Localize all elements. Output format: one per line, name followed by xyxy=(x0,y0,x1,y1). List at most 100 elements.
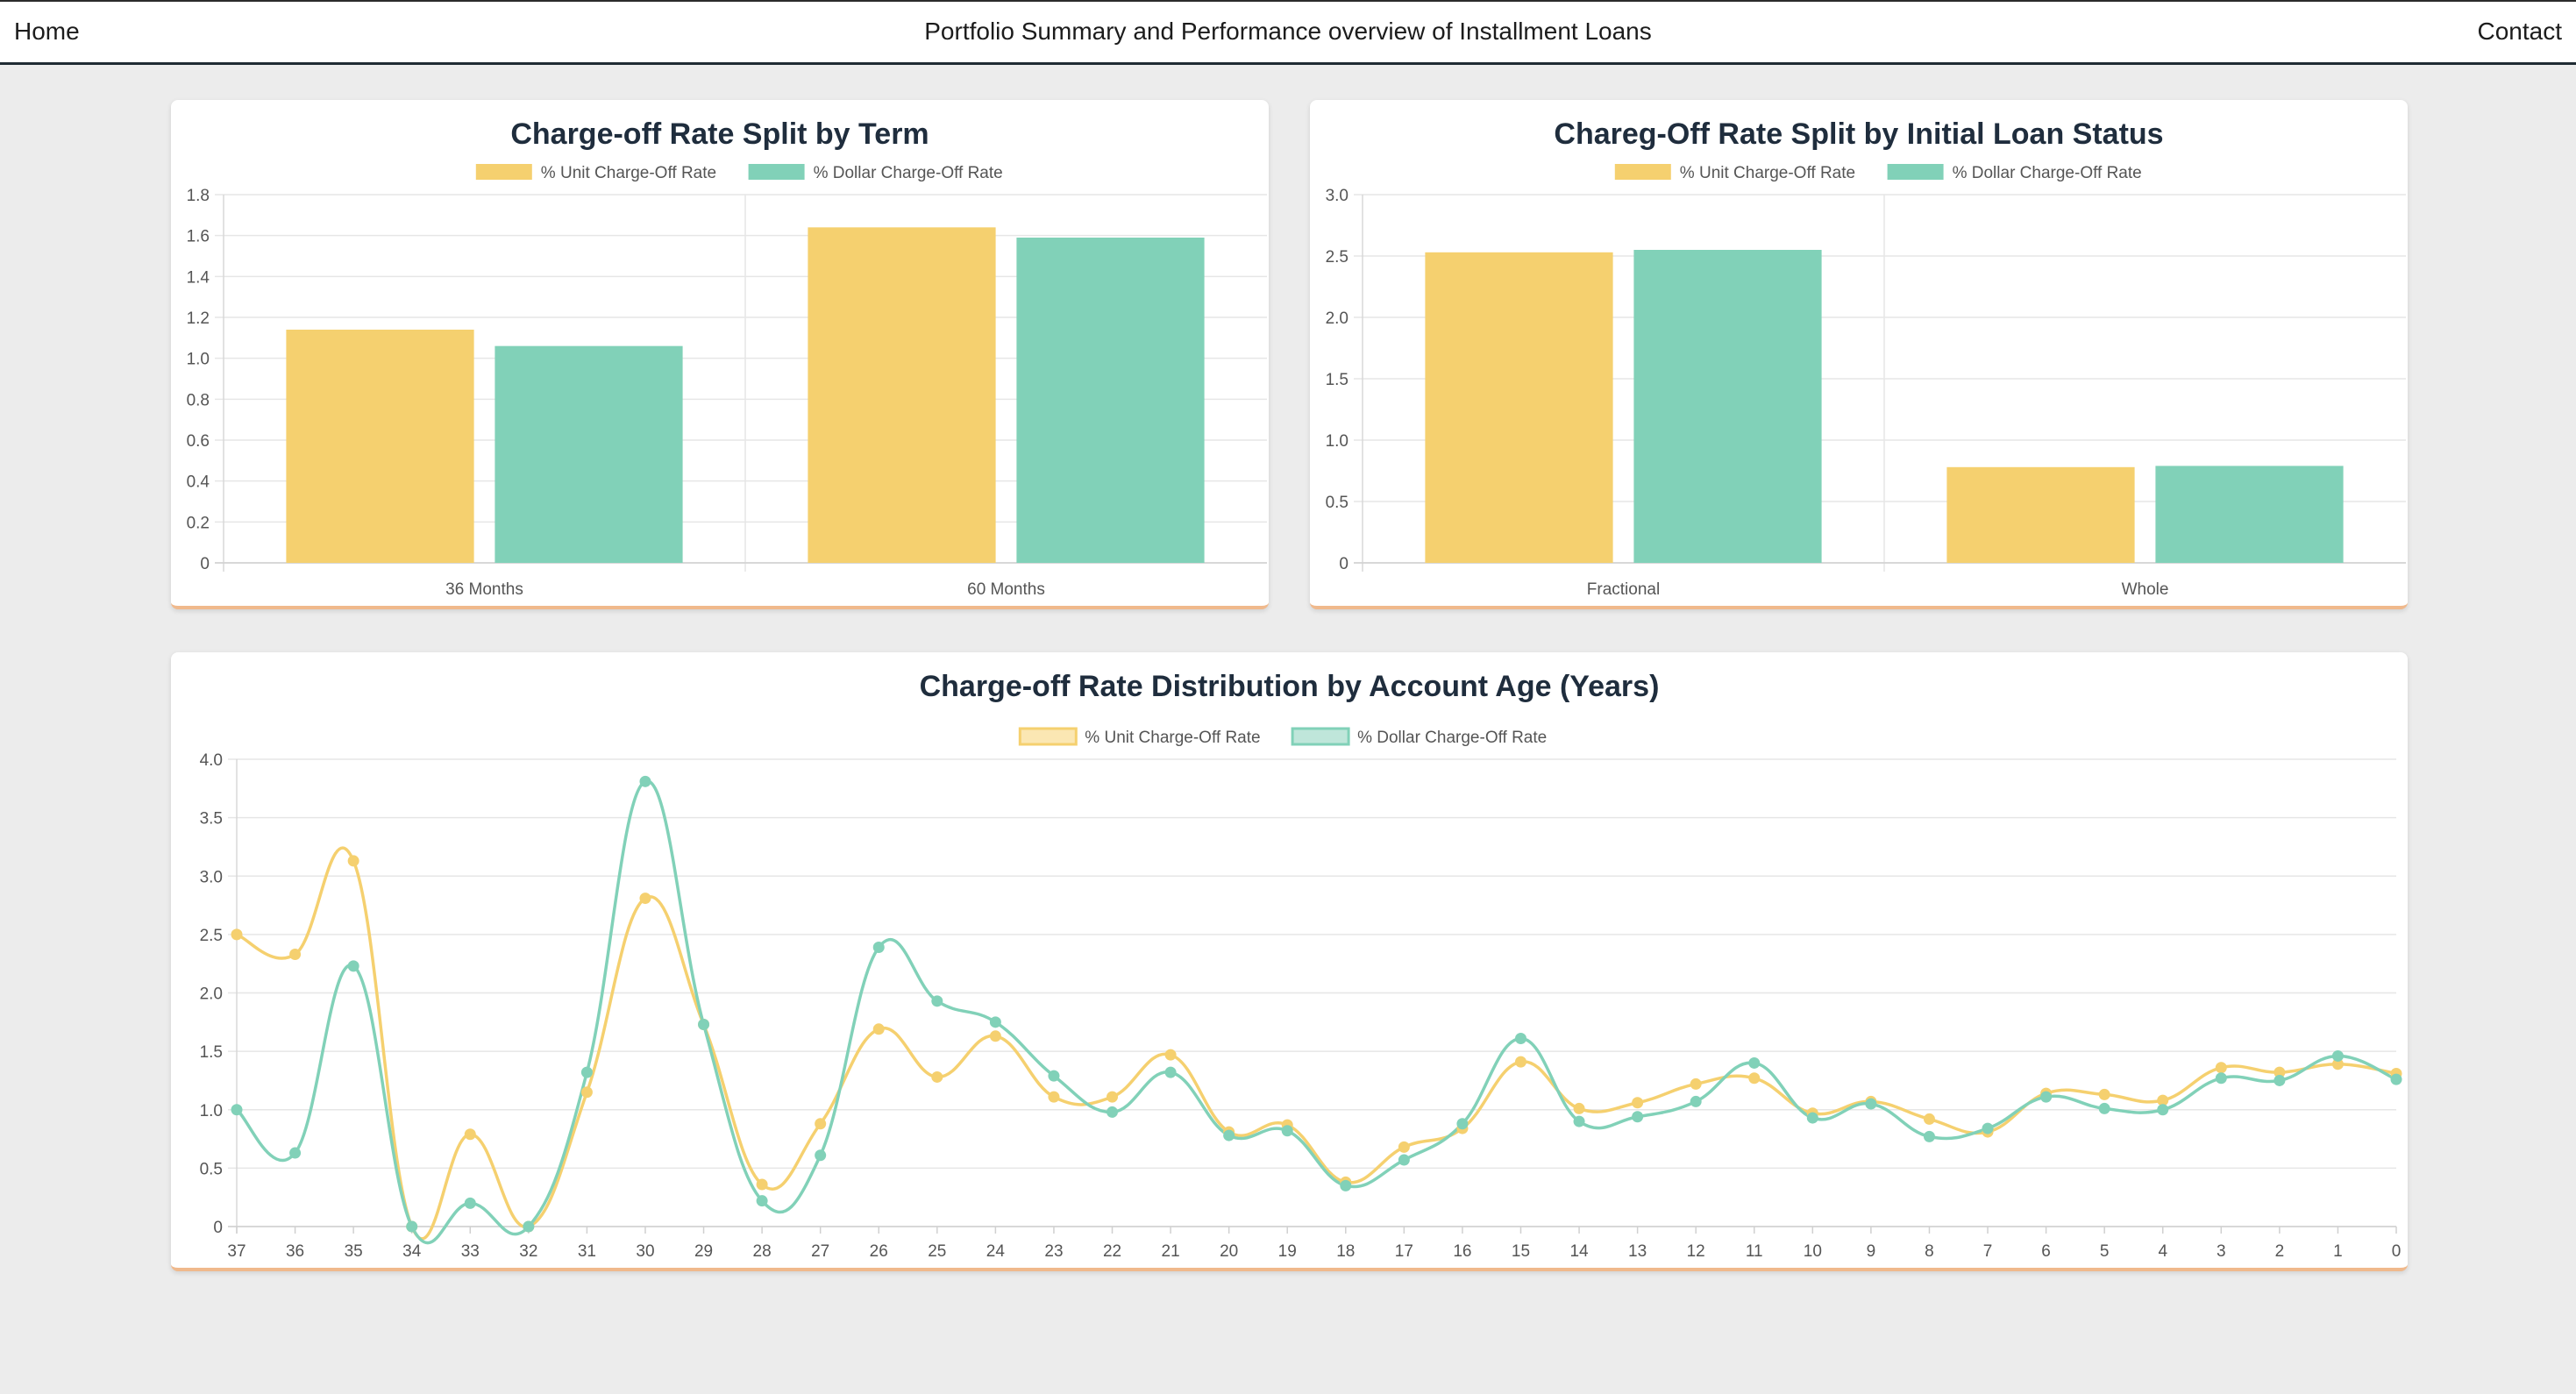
bar-dollar xyxy=(1633,250,1822,563)
data-point-unit xyxy=(1748,1072,1761,1085)
data-point-dollar xyxy=(1456,1118,1469,1130)
legend-label-unit: % Unit Charge-Off Rate xyxy=(1085,729,1260,747)
x-tick-label: 12 xyxy=(1687,1242,1705,1261)
y-tick-label: 2.5 xyxy=(200,927,223,945)
data-point-dollar xyxy=(931,995,943,1007)
data-point-dollar xyxy=(698,1018,710,1030)
term-chart-card: Charge-off Rate Split by Term % Unit Cha… xyxy=(171,100,1269,609)
x-tick-label: 17 xyxy=(1395,1242,1413,1261)
data-point-unit xyxy=(815,1118,827,1130)
data-point-dollar xyxy=(2390,1073,2402,1085)
x-tick-label: 3 xyxy=(2217,1242,2226,1261)
y-tick-label: 3.0 xyxy=(200,868,223,886)
y-tick-label: 1.5 xyxy=(1326,371,1348,389)
loan-status-chart-card: Chareg-Off Rate Split by Initial Loan St… xyxy=(1310,100,2408,609)
account-age-line-chart: % Unit Charge-Off Rate % Dollar Charge-Of… xyxy=(200,727,2402,1261)
y-tick-label: 1.4 xyxy=(187,268,210,287)
data-point-dollar xyxy=(2215,1072,2227,1085)
y-tick-label: 0 xyxy=(213,1219,223,1237)
loan-status-bar-chart: % Unit Charge-Off Rate % Dollar Charge-Of… xyxy=(1326,164,2406,599)
data-point-unit xyxy=(872,1023,885,1035)
legend-swatch-dollar xyxy=(1887,164,1944,180)
series-line-unit xyxy=(236,846,2397,1241)
x-tick-label: Fractional xyxy=(1587,580,1660,599)
y-tick-label: 0.5 xyxy=(1326,494,1348,512)
data-point-dollar xyxy=(1340,1179,1352,1191)
data-point-dollar xyxy=(1923,1130,1935,1142)
legend-label-dollar: % Dollar Charge-Off Rate xyxy=(1953,164,2142,182)
data-point-dollar xyxy=(872,942,885,954)
x-tick-label: 36 xyxy=(286,1242,304,1261)
x-tick-label: 14 xyxy=(1569,1242,1589,1261)
data-point-dollar xyxy=(639,775,651,787)
x-tick-label: 19 xyxy=(1278,1242,1297,1261)
bar-dollar xyxy=(1016,238,1205,563)
x-tick-label: 33 xyxy=(461,1242,480,1261)
x-tick-label: 7 xyxy=(1983,1242,1993,1261)
x-tick-label: 18 xyxy=(1336,1242,1355,1261)
data-point-dollar xyxy=(289,1147,302,1159)
data-point-dollar xyxy=(523,1220,535,1233)
x-tick-label: 6 xyxy=(2041,1242,2051,1261)
data-point-dollar xyxy=(1632,1111,1644,1123)
data-point-dollar xyxy=(1514,1032,1526,1044)
x-tick-label: 34 xyxy=(402,1242,422,1261)
x-tick-label: 8 xyxy=(1925,1242,1934,1261)
legend-swatch-dollar xyxy=(748,164,805,180)
y-tick-label: 1.0 xyxy=(187,351,210,369)
legend-swatch-unit xyxy=(475,164,532,180)
y-tick-label: 0.6 xyxy=(187,432,210,451)
data-point-dollar xyxy=(1806,1112,1818,1124)
y-tick-label: 4.0 xyxy=(200,751,223,770)
x-tick-label: 15 xyxy=(1512,1242,1530,1261)
x-tick-label: 10 xyxy=(1804,1242,1822,1261)
y-tick-label: 3.5 xyxy=(200,810,223,829)
data-point-dollar xyxy=(2331,1049,2344,1062)
y-tick-label: 1.8 xyxy=(187,187,210,205)
data-point-dollar xyxy=(1164,1066,1177,1078)
bar-unit xyxy=(1425,252,1613,563)
bar-unit xyxy=(1946,466,2135,563)
data-point-dollar xyxy=(347,960,359,972)
y-tick-label: 2.0 xyxy=(200,985,223,1004)
y-tick-label: 1.6 xyxy=(187,228,210,246)
x-tick-label: 23 xyxy=(1044,1242,1063,1261)
y-tick-label: 0 xyxy=(200,555,210,573)
x-tick-label: 4 xyxy=(2158,1242,2167,1261)
x-tick-label: 2 xyxy=(2275,1242,2285,1261)
data-point-unit xyxy=(639,893,651,905)
account-age-chart-card: Charge-off Rate Distribution by Account … xyxy=(171,652,2408,1271)
data-point-dollar xyxy=(1865,1098,1877,1110)
data-point-dollar xyxy=(756,1195,768,1207)
x-tick-label: 32 xyxy=(519,1242,537,1261)
data-point-dollar xyxy=(1690,1095,1702,1107)
data-point-dollar xyxy=(1107,1106,1119,1118)
data-point-unit xyxy=(2098,1088,2110,1100)
x-tick-label: 22 xyxy=(1103,1242,1121,1261)
nav-contact-link[interactable]: Contact xyxy=(2478,18,2563,46)
data-point-dollar xyxy=(1223,1129,1235,1142)
x-tick-label: 9 xyxy=(1867,1242,1876,1261)
data-point-dollar xyxy=(2157,1104,2169,1116)
data-point-unit xyxy=(464,1128,476,1141)
data-point-dollar xyxy=(989,1016,1001,1028)
x-tick-label: 24 xyxy=(986,1242,1006,1261)
data-point-dollar xyxy=(1982,1122,1994,1134)
y-tick-label: 3.0 xyxy=(1326,187,1348,205)
data-point-unit xyxy=(931,1070,943,1083)
x-tick-label: 29 xyxy=(694,1242,713,1261)
data-point-unit xyxy=(347,855,359,867)
legend-label-unit: % Unit Charge-Off Rate xyxy=(1680,164,1855,182)
data-point-unit xyxy=(1573,1102,1585,1114)
bar-unit xyxy=(286,330,474,563)
x-tick-label: 11 xyxy=(1746,1242,1763,1261)
x-tick-label: 30 xyxy=(636,1242,654,1261)
x-tick-label: 60 Months xyxy=(967,580,1045,599)
y-tick-label: 0.4 xyxy=(187,473,210,492)
data-point-unit xyxy=(1164,1049,1177,1061)
x-tick-label: Whole xyxy=(2122,580,2169,599)
data-point-dollar xyxy=(1281,1125,1293,1137)
data-point-dollar xyxy=(1748,1056,1761,1069)
data-point-unit xyxy=(1107,1091,1119,1103)
x-tick-label: 35 xyxy=(345,1242,363,1261)
